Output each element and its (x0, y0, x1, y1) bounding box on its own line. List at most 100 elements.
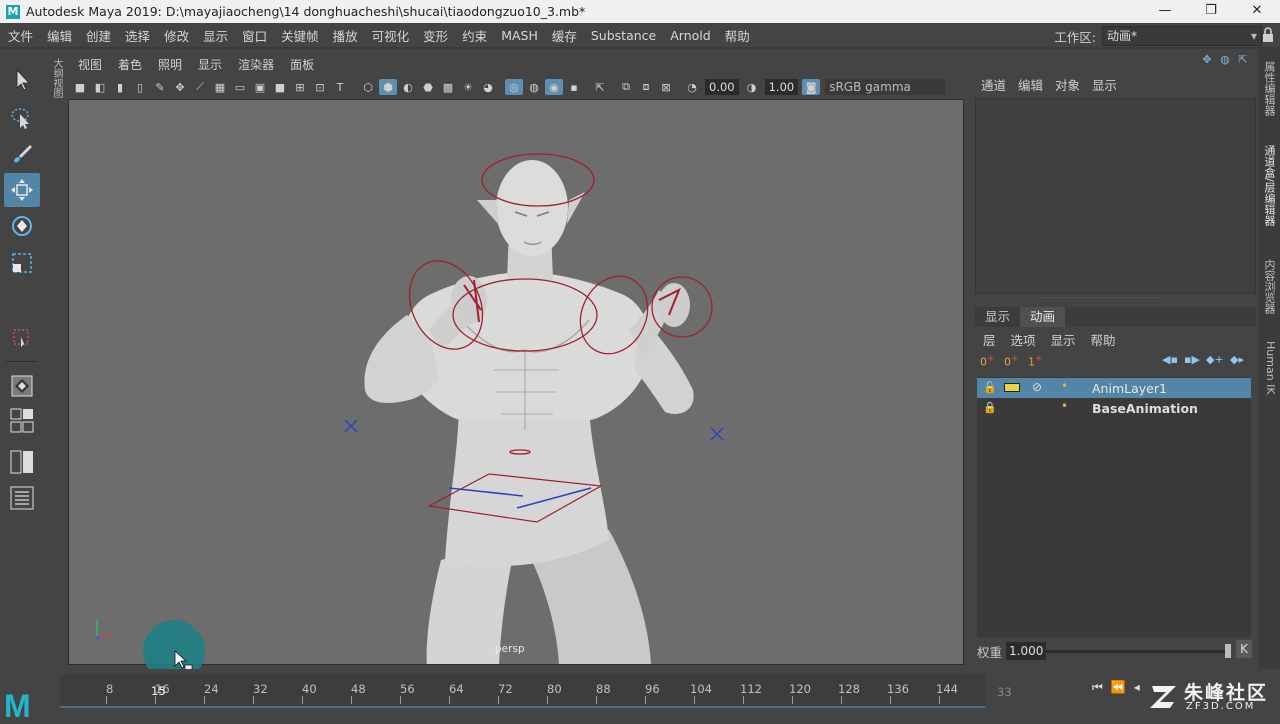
layer-name[interactable]: AnimLayer1 (1092, 381, 1167, 396)
tab-display-layers[interactable]: 显示 (975, 307, 1020, 327)
exposure-icon[interactable]: ◔ (683, 79, 701, 95)
menu-create[interactable]: 创建 (79, 26, 118, 45)
layer-solo-icon[interactable] (1004, 383, 1020, 392)
outliner-tab[interactable]: 大纲视图 (46, 58, 64, 118)
anti-aliasing-icon[interactable]: ◉ (545, 79, 563, 95)
refresh-icon[interactable]: ◍ (1216, 53, 1234, 66)
panel-splitter[interactable] (1040, 297, 1160, 299)
gate-mask-icon[interactable]: ■ (271, 79, 289, 95)
go-to-start-button[interactable]: ⏮ (1092, 680, 1103, 695)
menu-visualize[interactable]: 可视化 (365, 26, 417, 45)
2d-pan-zoom-icon[interactable]: ✥ (171, 79, 189, 95)
four-view-layout-icon[interactable] (4, 404, 40, 438)
menu-mash[interactable]: MASH (494, 28, 545, 43)
menu-key[interactable]: 关键帧 (274, 26, 326, 45)
current-frame-field[interactable]: 33 (997, 685, 1012, 699)
cb-menu-show[interactable]: 显示 (1086, 75, 1123, 94)
new-empty-layer-icon[interactable]: ◆+ (1206, 353, 1224, 366)
camera-select-icon[interactable]: ■ (71, 79, 89, 95)
grid-icon[interactable]: ▦ (211, 79, 229, 95)
xray-joints-icon[interactable]: ⊠ (657, 79, 675, 95)
move-tool-icon[interactable] (4, 173, 40, 207)
rotate-tool-icon[interactable] (4, 209, 40, 243)
xray-icon[interactable]: ⧉ (617, 79, 635, 95)
anim-layer-row[interactable]: 🔓 ⊘ • AnimLayer1 (977, 378, 1251, 398)
step-back-key-button[interactable]: ⏪ (1111, 680, 1126, 695)
textured-icon[interactable]: ▩ (439, 79, 457, 95)
move-layer-up-icon[interactable]: ▪▶ (1184, 353, 1200, 366)
menu-arnold[interactable]: Arnold (663, 28, 717, 43)
menu-deform[interactable]: 变形 (416, 26, 455, 45)
lights-icon[interactable]: ☀ (459, 79, 477, 95)
viewport-menu-panels[interactable]: 面板 (282, 56, 322, 73)
resolution-gate-icon[interactable]: ▣ (251, 79, 269, 95)
layer-ghost-icon[interactable]: • (1061, 399, 1068, 413)
single-view-layout-icon[interactable] (4, 369, 40, 403)
le-menu-layers[interactable]: 层 (975, 330, 1003, 349)
layer-lock-icon[interactable]: 🔓 (983, 381, 997, 394)
viewport-menu-show[interactable]: 显示 (190, 56, 230, 73)
menu-windows[interactable]: 窗口 (235, 26, 274, 45)
outliner-layout-icon[interactable] (4, 481, 40, 515)
viewport-menu-shading[interactable]: 着色 (110, 56, 150, 73)
image-plane-icon[interactable]: ▯ (131, 79, 149, 95)
layer-name[interactable]: BaseAnimation (1092, 401, 1198, 416)
ambient-occlusion-icon[interactable]: ◎ (505, 79, 523, 95)
menu-constrain[interactable]: 约束 (455, 26, 494, 45)
anim-layer-row[interactable]: 🔒 • BaseAnimation (977, 398, 1251, 418)
menu-select[interactable]: 选择 (118, 26, 157, 45)
camera-attributes-icon[interactable]: ◧ (91, 79, 109, 95)
paint-select-tool-icon[interactable] (4, 137, 40, 171)
gamma-field[interactable]: 1.00 (764, 79, 799, 95)
zero-key-layer-icon[interactable]: 0+ (1004, 353, 1019, 369)
attribute-editor-icon[interactable]: ⇱ (1234, 53, 1252, 66)
cb-menu-object[interactable]: 对象 (1049, 75, 1086, 94)
layer-ghost-icon[interactable]: • (1061, 379, 1068, 393)
colorspace-label[interactable]: sRGB gamma (825, 79, 946, 95)
side-tab-human-ik[interactable]: Human IK (1261, 341, 1277, 395)
le-menu-show[interactable]: 显示 (1043, 330, 1083, 349)
side-tab-channel-box[interactable]: 通道盒/层编辑器 (1261, 145, 1277, 226)
viewport-menu-view[interactable]: 视图 (70, 56, 110, 73)
menu-modify[interactable]: 修改 (157, 26, 196, 45)
motion-blur-icon[interactable]: ◍ (525, 79, 543, 95)
side-tab-attribute-editor[interactable]: 属性编辑器 (1261, 61, 1277, 116)
close-button[interactable]: ✕ (1234, 0, 1280, 23)
smooth-shade-icon[interactable]: ⬢ (379, 79, 397, 95)
right-pole-vector[interactable] (710, 427, 724, 441)
maximize-button[interactable]: ❐ (1188, 0, 1234, 23)
field-chart-icon[interactable]: ⊞ (291, 79, 309, 95)
channel-box-area[interactable] (975, 98, 1256, 294)
tool-settings-icon[interactable]: ✥ (1198, 53, 1216, 66)
minimize-button[interactable]: — (1142, 0, 1188, 23)
depth-of-field-icon[interactable]: ▪ (565, 79, 583, 95)
menu-playback[interactable]: 播放 (326, 26, 365, 45)
cb-menu-edit[interactable]: 编辑 (1012, 75, 1049, 94)
step-back-frame-button[interactable]: ◂ (1134, 680, 1140, 695)
wireframe-on-shaded-icon[interactable]: ⬣ (419, 79, 437, 95)
layer-lock-icon[interactable]: 🔒 (983, 401, 997, 414)
viewport-persp[interactable]: persp (68, 99, 964, 665)
time-slider[interactable]: 8 16 24 32 40 48 56 64 72 80 88 96 104 1… (60, 674, 985, 706)
isolate-select-icon[interactable]: ⇱ (591, 79, 609, 95)
menu-display[interactable]: 显示 (196, 26, 235, 45)
viewport-menu-renderer[interactable]: 渲染器 (230, 56, 282, 73)
weight-slider-handle[interactable] (1225, 644, 1231, 658)
menu-help[interactable]: 帮助 (718, 26, 757, 45)
menu-file[interactable]: 文件 (0, 26, 40, 45)
film-gate-icon[interactable]: ▭ (231, 79, 249, 95)
shadows-icon[interactable]: ◕ (479, 79, 497, 95)
viewport-menu-lighting[interactable]: 照明 (150, 56, 190, 73)
weight-slider[interactable] (1045, 650, 1231, 653)
side-tab-content-browser[interactable]: 内容浏览器 (1261, 259, 1277, 314)
safe-action-icon[interactable]: ⊡ (311, 79, 329, 95)
zero-key-weight-icon[interactable]: 0+ (980, 353, 995, 369)
weight-field[interactable]: 1.000 (1006, 642, 1047, 660)
annotation-icon[interactable]: ⟋ (191, 79, 209, 95)
bookmark-icon[interactable]: ▮ (111, 79, 129, 95)
select-tool-icon[interactable] (4, 63, 40, 97)
move-layer-down-icon[interactable]: ◀▪ (1162, 353, 1178, 366)
lasso-tool-icon[interactable] (4, 101, 40, 135)
menu-cache[interactable]: 缓存 (545, 26, 584, 45)
wireframe-icon[interactable]: ⬡ (359, 79, 377, 95)
